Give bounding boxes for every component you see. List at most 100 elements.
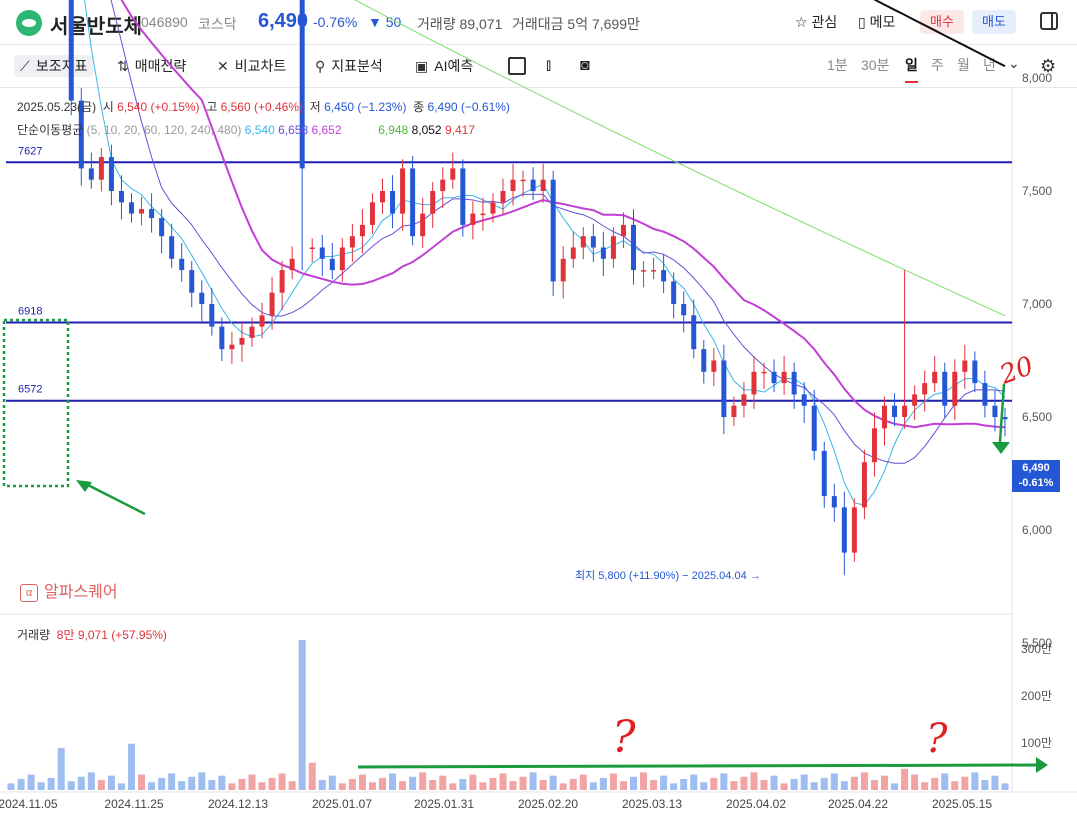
volume-bar: [670, 783, 678, 790]
candle-body: [169, 236, 175, 259]
volume-bar: [178, 781, 186, 790]
volume-bar: [158, 777, 166, 790]
volume-bar: [740, 776, 748, 790]
volume-bar: [17, 778, 25, 790]
close-label: 종: [413, 100, 425, 114]
volume-bar: [379, 777, 386, 790]
ma10-value: 6,658: [278, 123, 309, 137]
volume-bar: [760, 780, 768, 790]
highlight-box: [2, 318, 70, 488]
candle-body: [992, 405, 998, 417]
candle-body: [771, 371, 777, 384]
candle-body: [269, 292, 275, 316]
ohlc-info: 2025.05.23(금) 시 6,540 (+0.15%) 고 6,560 (…: [17, 98, 510, 115]
volume-bar: [539, 780, 547, 790]
trend-line: [357, 763, 1039, 769]
candle-body: [139, 209, 145, 214]
volume-bar: [7, 783, 15, 790]
volume-bar: [479, 782, 487, 790]
volume-bar: [248, 774, 256, 790]
candle-body: [319, 247, 325, 259]
candle-body: [339, 247, 345, 271]
candle-body: [380, 191, 385, 203]
candle-body: [691, 315, 697, 350]
candle-body: [309, 247, 315, 249]
volume-bar: [47, 777, 55, 790]
volume-info: 거래량 8만 9,071 (+57.95%): [17, 626, 167, 643]
candle-body: [861, 462, 867, 508]
volume-bar: [941, 773, 949, 790]
volume-bar: [750, 772, 758, 790]
candle-body: [159, 218, 165, 237]
ma60-line: [354, 0, 1006, 317]
candle-body: [390, 191, 396, 214]
candle-body: [791, 371, 797, 395]
info-date: 2025.05.23(금): [17, 100, 97, 114]
candle-body: [329, 258, 335, 271]
ma-info: 단순이동평균 (5, 10, 20, 60, 120, 240, 480) 6,…: [17, 121, 475, 138]
volume-bar: [439, 775, 447, 790]
volume-bar: [368, 782, 376, 790]
brand-watermark: α 알파스퀘어: [20, 578, 118, 602]
volume-bar: [358, 774, 366, 790]
candle-body: [118, 191, 124, 203]
volume-bar: [128, 743, 135, 790]
volume-bar: [881, 775, 888, 790]
candle-body: [149, 209, 155, 219]
candle-body: [711, 360, 717, 372]
candle-body: [98, 157, 104, 180]
candle-body: [831, 496, 837, 508]
volume-bar: [931, 777, 939, 790]
trend-arrow-head: [1036, 757, 1048, 773]
volume-bar: [278, 773, 286, 790]
candle-body: [972, 360, 978, 384]
volume-bar: [870, 780, 878, 790]
volume-bar: [107, 775, 115, 790]
candle-body: [430, 191, 436, 214]
candle-body: [68, 0, 74, 101]
candle-body: [801, 394, 807, 406]
candle-body: [500, 191, 506, 203]
volume-bar: [218, 775, 226, 790]
volume-bar: [318, 780, 326, 790]
volume-bar: [148, 782, 156, 790]
candle-body: [871, 428, 877, 463]
x-tick-label: 2024.12.13: [208, 797, 268, 811]
candle-body: [570, 247, 576, 259]
volume-bar: [168, 773, 176, 790]
volume-bar: [37, 782, 45, 790]
candle-body: [369, 202, 375, 225]
volume-bar: [850, 776, 858, 790]
candle-body: [440, 179, 446, 191]
candle-body: [631, 224, 636, 271]
candle-body: [450, 168, 456, 180]
x-tick-label: 2025.01.31: [414, 797, 474, 811]
volume-bar: [770, 775, 778, 790]
volume-bar: [77, 776, 85, 790]
volume-bar: [569, 778, 577, 790]
candle-body: [520, 179, 526, 182]
candle-body: [641, 270, 647, 272]
volume-bar: [499, 773, 507, 790]
volume-bar: [680, 778, 688, 790]
x-tick-label: 2024.11.05: [0, 797, 58, 811]
candle-body: [851, 507, 857, 553]
open-value: 6,540 (+0.15%): [117, 100, 200, 114]
candle-body: [129, 202, 134, 214]
candle-body: [279, 270, 285, 293]
volume-bar: [690, 774, 698, 790]
current-price-tag: 6,490 -0.61%: [1012, 460, 1060, 492]
candle-body: [420, 213, 426, 237]
candle-body: [480, 213, 486, 216]
volume-bar: [549, 775, 557, 790]
x-tick-label: 2025.04.02: [726, 797, 786, 811]
candle-body: [721, 360, 727, 417]
low-label: 저: [309, 100, 321, 114]
x-tick-label: 2025.05.15: [932, 797, 992, 811]
candle-body: [359, 224, 365, 237]
ma5-line: [84, 0, 1006, 506]
volume-bar: [911, 774, 919, 790]
volume-bar: [579, 774, 587, 790]
x-tick-label: 2025.04.22: [828, 797, 888, 811]
ma-label: 단순이동평균: [17, 123, 84, 137]
